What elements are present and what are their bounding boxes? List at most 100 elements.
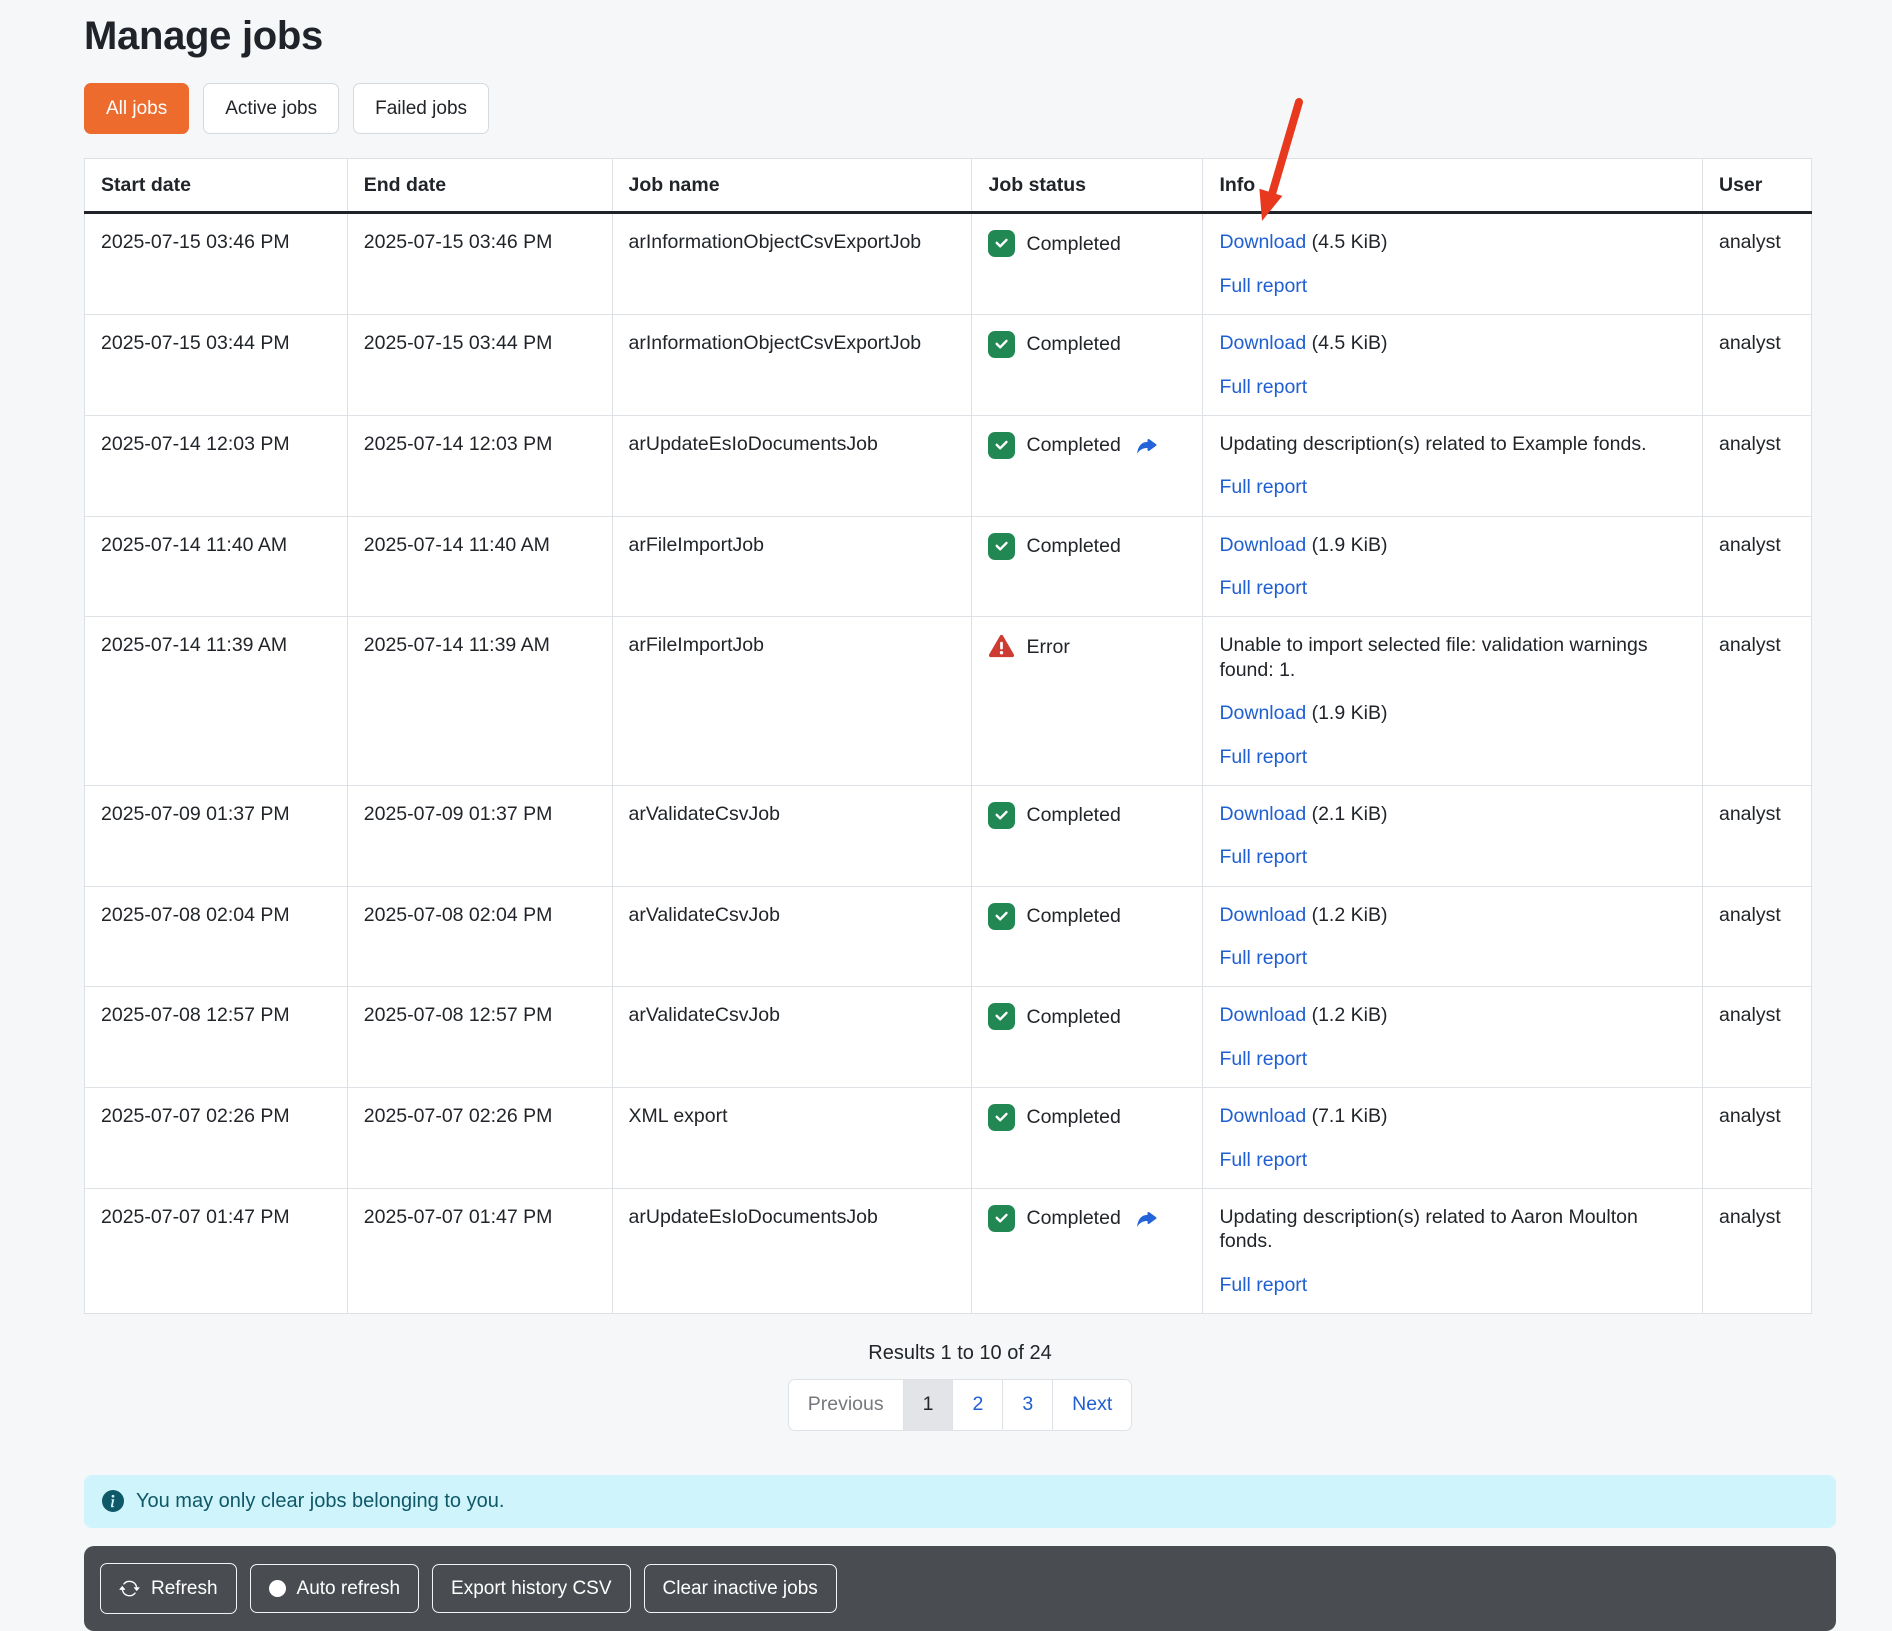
table-row: 2025-07-14 11:39 AM2025-07-14 11:39 AMar…	[85, 617, 1812, 786]
download-link[interactable]: Download	[1219, 534, 1306, 556]
user-cell: analyst	[1702, 617, 1811, 786]
job-name-cell: arUpdateEsIoDocumentsJob	[612, 415, 972, 516]
job-status-cell: Completed	[972, 415, 1203, 516]
start-date-cell: 2025-07-14 11:39 AM	[85, 617, 348, 786]
refresh-button-label: Refresh	[151, 1579, 218, 1598]
job-name-cell: arValidateCsvJob	[612, 886, 972, 987]
job-name-cell: XML export	[612, 1088, 972, 1189]
download-link[interactable]: Download	[1219, 904, 1306, 926]
download-size: (1.9 KiB)	[1306, 702, 1387, 724]
filter-all-jobs-button[interactable]: All jobs	[84, 83, 189, 134]
job-status-cell: Completed	[972, 213, 1203, 315]
download-size: (4.5 KiB)	[1306, 332, 1387, 354]
full-report-link[interactable]: Full report	[1219, 746, 1307, 768]
pagination-page-3[interactable]: 3	[1002, 1379, 1053, 1431]
job-name-cell: arUpdateEsIoDocumentsJob	[612, 1188, 972, 1313]
job-status-cell: Completed	[972, 987, 1203, 1088]
table-row: 2025-07-07 01:47 PM2025-07-07 01:47 PMar…	[85, 1188, 1812, 1313]
user-cell: analyst	[1702, 785, 1811, 886]
filter-active-jobs-button[interactable]: Active jobs	[203, 83, 339, 134]
auto-refresh-button[interactable]: Auto refresh	[250, 1564, 420, 1613]
completed-check-icon	[988, 802, 1015, 829]
user-cell: analyst	[1702, 1188, 1811, 1313]
refresh-icon	[119, 1578, 140, 1599]
download-link[interactable]: Download	[1219, 702, 1306, 724]
share-arrow-icon	[1134, 1206, 1158, 1230]
full-report-link[interactable]: Full report	[1219, 1048, 1307, 1070]
full-report-link[interactable]: Full report	[1219, 947, 1307, 969]
download-size: (2.1 KiB)	[1306, 803, 1387, 825]
full-report-link[interactable]: Full report	[1219, 376, 1307, 398]
filter-failed-jobs-button[interactable]: Failed jobs	[353, 83, 489, 134]
pagination-page-1[interactable]: 1	[903, 1379, 954, 1431]
full-report-link[interactable]: Full report	[1219, 476, 1307, 498]
export-history-csv-button-label: Export history CSV	[451, 1579, 612, 1598]
col-header-job-name: Job name	[612, 159, 972, 213]
user-cell: analyst	[1702, 886, 1811, 987]
job-name-cell: arValidateCsvJob	[612, 987, 972, 1088]
download-link[interactable]: Download	[1219, 1004, 1306, 1026]
end-date-cell: 2025-07-07 01:47 PM	[347, 1188, 612, 1313]
info-message: Unable to import selected file: validati…	[1219, 633, 1686, 682]
start-date-cell: 2025-07-14 12:03 PM	[85, 415, 348, 516]
full-report-link[interactable]: Full report	[1219, 1149, 1307, 1171]
col-header-end-date: End date	[347, 159, 612, 213]
status-label: Completed	[1026, 1206, 1120, 1230]
info-cell: Unable to import selected file: validati…	[1203, 617, 1703, 786]
user-cell: analyst	[1702, 987, 1811, 1088]
start-date-cell: 2025-07-07 01:47 PM	[85, 1188, 348, 1313]
user-cell: analyst	[1702, 315, 1811, 416]
auto-refresh-button-label: Auto refresh	[297, 1579, 401, 1598]
info-alert: You may only clear jobs belonging to you…	[84, 1475, 1836, 1528]
pagination-page-2[interactable]: 2	[952, 1379, 1003, 1431]
completed-check-icon	[988, 230, 1015, 257]
table-row: 2025-07-09 01:37 PM2025-07-09 01:37 PMar…	[85, 785, 1812, 886]
job-name-cell: arFileImportJob	[612, 516, 972, 617]
download-size: (7.1 KiB)	[1306, 1105, 1387, 1127]
end-date-cell: 2025-07-14 11:39 AM	[347, 617, 612, 786]
completed-check-icon	[988, 903, 1015, 930]
circle-icon	[269, 1580, 286, 1597]
job-status-cell: Completed	[972, 785, 1203, 886]
table-header-row: Start date End date Job name Job status …	[85, 159, 1812, 213]
end-date-cell: 2025-07-15 03:44 PM	[347, 315, 612, 416]
completed-check-icon	[988, 1205, 1015, 1232]
table-row: 2025-07-14 12:03 PM2025-07-14 12:03 PMar…	[85, 415, 1812, 516]
status-label: Completed	[1026, 433, 1120, 457]
info-cell: Download (4.5 KiB) Full report	[1203, 315, 1703, 416]
full-report-link[interactable]: Full report	[1219, 846, 1307, 868]
job-name-cell: arValidateCsvJob	[612, 785, 972, 886]
user-cell: analyst	[1702, 516, 1811, 617]
table-row: 2025-07-15 03:44 PM2025-07-15 03:44 PMar…	[85, 315, 1812, 416]
pagination-next[interactable]: Next	[1052, 1379, 1132, 1431]
col-header-job-status: Job status	[972, 159, 1203, 213]
start-date-cell: 2025-07-09 01:37 PM	[85, 785, 348, 886]
end-date-cell: 2025-07-08 02:04 PM	[347, 886, 612, 987]
download-size: (1.2 KiB)	[1306, 904, 1387, 926]
full-report-link[interactable]: Full report	[1219, 1274, 1307, 1296]
download-size: (1.2 KiB)	[1306, 1004, 1387, 1026]
status-label: Error	[1026, 635, 1069, 659]
pagination-previous[interactable]: Previous	[788, 1379, 904, 1431]
download-link[interactable]: Download	[1219, 1105, 1306, 1127]
end-date-cell: 2025-07-14 11:40 AM	[347, 516, 612, 617]
jobs-table: Start date End date Job name Job status …	[84, 158, 1812, 1314]
pagination: Previous 1 2 3 Next	[84, 1379, 1836, 1431]
download-link[interactable]: Download	[1219, 231, 1306, 253]
status-label: Completed	[1026, 1005, 1120, 1029]
end-date-cell: 2025-07-14 12:03 PM	[347, 415, 612, 516]
refresh-button[interactable]: Refresh	[100, 1563, 237, 1614]
table-row: 2025-07-15 03:46 PM2025-07-15 03:46 PMar…	[85, 213, 1812, 315]
bottom-toolbar: Refresh Auto refresh Export history CSV …	[84, 1546, 1836, 1631]
full-report-link[interactable]: Full report	[1219, 577, 1307, 599]
download-link[interactable]: Download	[1219, 803, 1306, 825]
job-name-cell: arFileImportJob	[612, 617, 972, 786]
export-history-csv-button[interactable]: Export history CSV	[432, 1564, 631, 1613]
info-cell: Download (4.5 KiB)Full report	[1203, 213, 1703, 315]
clear-inactive-jobs-button[interactable]: Clear inactive jobs	[644, 1564, 837, 1613]
table-row: 2025-07-14 11:40 AM2025-07-14 11:40 AMar…	[85, 516, 1812, 617]
full-report-link[interactable]: Full report	[1219, 275, 1307, 297]
download-link[interactable]: Download	[1219, 332, 1306, 354]
completed-check-icon	[988, 1003, 1015, 1030]
error-warning-icon	[988, 633, 1015, 660]
